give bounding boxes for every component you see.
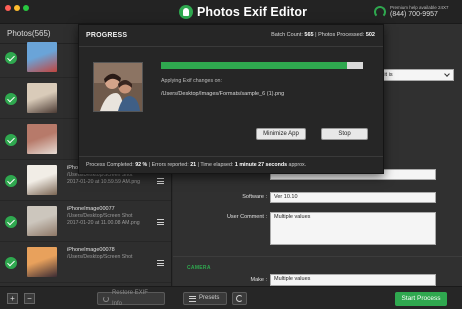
headset-icon <box>374 6 386 18</box>
photo-meta: iPhoneImage00078/Users/Desktop/Screen Sh… <box>67 247 157 261</box>
photos-processed-label: Photos Processed: <box>318 32 365 38</box>
current-photo-preview <box>93 62 143 112</box>
time-approx: approx. <box>288 162 307 168</box>
app-title: Photos Exif Editor <box>197 5 308 19</box>
user-comment-field[interactable]: Multiple values <box>270 212 436 245</box>
batch-stats: Batch Count: 565 | Photos Processed: 502 <box>271 32 375 38</box>
refresh-icon <box>236 295 243 302</box>
premium-help[interactable]: Premium help available 24X7 (844) 700-99… <box>374 3 449 21</box>
photo-list-item[interactable]: iPhoneImage00078/Users/Desktop/Screen Sh… <box>0 243 171 283</box>
app-logo: Photos Exif Editor <box>179 4 307 20</box>
photo-list-item[interactable]: iPhoneImage00077/Users/Desktop/Screen Sh… <box>0 202 171 242</box>
chevron-down-icon <box>444 71 450 77</box>
user-comment-label: User Comment : <box>226 214 267 220</box>
camera-section-title: CAMERA <box>187 265 211 271</box>
start-process-button[interactable]: Start Process <box>395 292 447 306</box>
software-field[interactable]: Ver 10.10 <box>270 192 436 203</box>
photo-date: 2017-01-20 at 10.59.59 AM.png <box>67 179 140 185</box>
checkmark-icon[interactable] <box>5 93 17 105</box>
restore-label: Restore EXIF Info <box>111 289 148 307</box>
progress-bar-fill <box>161 62 347 69</box>
zoom-window-button[interactable] <box>23 5 29 11</box>
refresh-button[interactable] <box>232 292 247 305</box>
photo-name: iPhoneImage00078 <box>67 247 115 253</box>
photo-thumbnail <box>27 83 57 113</box>
checkmark-icon[interactable] <box>5 216 17 228</box>
checkmark-icon[interactable] <box>5 52 17 64</box>
photo-thumbnail <box>27 206 57 236</box>
photo-thumbnail <box>27 165 57 195</box>
option-dropdown[interactable]: as it is <box>373 69 454 81</box>
help-phone: (844) 700-9957 <box>390 11 438 19</box>
stop-button[interactable]: Stop <box>321 128 368 140</box>
section-divider <box>173 256 462 257</box>
details-menu-icon[interactable] <box>157 219 164 225</box>
process-completed-value: 92 % <box>135 162 148 168</box>
progress-bar <box>161 62 363 69</box>
app-logo-icon <box>179 5 193 19</box>
checkmark-icon[interactable] <box>5 134 17 146</box>
sliders-icon <box>189 295 196 302</box>
title-bar: Photos Exif Editor Premium help availabl… <box>0 0 462 24</box>
software-label: Software : <box>242 194 267 200</box>
errors-value: 21 <box>190 162 197 168</box>
time-elapsed-label: Time elapsed: <box>200 162 234 168</box>
checkmark-icon[interactable] <box>5 175 17 187</box>
add-photos-button[interactable]: + <box>7 293 18 304</box>
time-elapsed-value: 1 minute 27 seconds <box>234 162 288 168</box>
photo-date: 2017-01-20 at 11.00.08 AM.png <box>67 220 140 226</box>
photo-thumbnail <box>27 42 57 72</box>
close-window-button[interactable] <box>5 5 11 11</box>
presets-button[interactable]: Presets <box>183 292 227 305</box>
make-field[interactable]: Multiple values <box>270 274 436 286</box>
checkmark-icon[interactable] <box>5 257 17 269</box>
details-menu-icon[interactable] <box>157 178 164 184</box>
app-window: Photos Exif Editor Premium help availabl… <box>0 0 462 309</box>
restore-icon <box>103 295 109 302</box>
errors-label: Errors reported: <box>151 162 189 168</box>
minimize-app-button[interactable]: Minimize App <box>256 128 306 140</box>
photo-meta: iPhoneImage00077/Users/Desktop/Screen Sh… <box>67 206 157 227</box>
progress-dialog-footer: Process Completed: 92 % | Errors reporte… <box>79 156 383 174</box>
help-caption: Premium help available 24X7 <box>390 4 449 10</box>
current-file-path: /Users/Desktop/Images/Formats/sample_6 (… <box>161 91 285 97</box>
photo-path: /Users/Desktop/Screen Shot <box>67 213 133 219</box>
process-summary: Process Completed: 92 % | Errors reporte… <box>86 162 307 168</box>
presets-label: Presets <box>199 295 220 301</box>
batch-count-label: Batch Count: <box>271 32 303 38</box>
batch-count-value: 565 <box>304 32 314 38</box>
progress-dialog: PROGRESS Batch Count: 565 | Photos Proce… <box>78 24 384 174</box>
progress-dialog-title: PROGRESS <box>86 32 128 39</box>
details-menu-icon[interactable] <box>157 260 164 266</box>
bottom-toolbar: + − Restore EXIF Info Presets Start Proc… <box>0 286 462 309</box>
restore-exif-button[interactable]: Restore EXIF Info <box>97 290 165 307</box>
photo-name: iPhoneImage00077 <box>67 206 115 212</box>
make-label: Make : <box>250 277 267 283</box>
process-completed-label: Process Completed: <box>86 162 134 168</box>
photos-processed-value: 502 <box>365 32 375 38</box>
photo-thumbnail <box>27 124 57 154</box>
minimize-window-button[interactable] <box>14 5 20 11</box>
progress-dialog-header: PROGRESS Batch Count: 565 | Photos Proce… <box>79 25 383 47</box>
remove-photos-button[interactable]: − <box>24 293 35 304</box>
photo-path: /Users/Desktop/Screen Shot <box>67 254 133 260</box>
photo-thumbnail <box>27 247 57 277</box>
applying-text: Applying Exif changes on: <box>161 78 222 84</box>
